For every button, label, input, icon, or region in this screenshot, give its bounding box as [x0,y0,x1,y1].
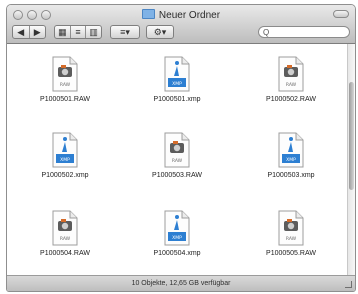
xmp-file-icon: XMP [163,56,191,92]
svg-text:XMP: XMP [60,157,70,163]
icon-view-button[interactable]: ▦ [55,26,71,38]
resize-handle[interactable] [345,281,352,288]
file-name: P1000501.RAW [40,96,90,103]
action-button[interactable]: ⚙▾ [146,25,174,39]
status-bar: 10 Objekte, 12,65 GB verfügbar [7,275,355,291]
file-grid: RAW P1000501.RAW XMP P1000501.xmp RAW P1… [7,44,347,276]
svg-text:RAW: RAW [286,236,297,242]
file-name: P1000505.RAW [266,250,316,257]
raw-file-icon: RAW [163,132,191,168]
file-item[interactable]: RAW P1000502.RAW [243,56,339,112]
svg-text:RAW: RAW [60,82,71,88]
list-view-button[interactable]: ≡ [71,26,87,38]
search-icon: Q [263,27,270,37]
file-name: P1000503.xmp [267,172,315,179]
file-item[interactable]: XMP P1000501.xmp [129,56,225,112]
raw-file-icon: RAW [277,210,305,246]
xmp-file-icon: XMP [163,210,191,246]
back-button[interactable]: ◀ [13,26,30,38]
file-name: P1000504.RAW [40,250,90,257]
xmp-file-icon: XMP [277,132,305,168]
scrollbar-thumb[interactable] [349,82,354,190]
svg-text:XMP: XMP [172,235,182,241]
svg-text:RAW: RAW [60,236,71,242]
file-item[interactable]: XMP P1000504.xmp [129,210,225,266]
arrange-button[interactable]: ≡▾ [110,25,140,39]
file-name: P1000502.xmp [41,172,89,179]
view-mode-control: ▦ ≡ ▥ [54,25,102,39]
file-name: P1000501.xmp [153,96,201,103]
file-item[interactable]: RAW P1000505.RAW [243,210,339,266]
titlebar: Neuer Ordner ◀ ▶ ▦ ≡ ▥ ≡▾ ⚙▾ Q [7,5,355,44]
raw-file-icon: RAW [51,210,79,246]
finder-window: Neuer Ordner ◀ ▶ ▦ ≡ ▥ ≡▾ ⚙▾ Q RAW P1000… [6,4,356,292]
vertical-scrollbar[interactable] [347,44,355,276]
folder-icon [141,9,155,19]
svg-text:XMP: XMP [172,81,182,87]
file-item[interactable]: RAW P1000504.RAW [17,210,113,266]
raw-file-icon: RAW [277,56,305,92]
window-title-text: Neuer Ordner [158,10,221,21]
window-title: Neuer Ordner [7,9,355,21]
file-name: P1000502.RAW [266,96,316,103]
svg-text:XMP: XMP [286,157,296,163]
file-item[interactable]: RAW P1000503.RAW [129,132,225,188]
status-text: 10 Objekte, 12,65 GB verfügbar [131,280,231,287]
file-item[interactable]: XMP P1000502.xmp [17,132,113,188]
raw-file-icon: RAW [51,56,79,92]
toolbar-toggle-button[interactable] [333,10,349,18]
file-name: P1000503.RAW [152,172,202,179]
file-item[interactable]: RAW P1000501.RAW [17,56,113,112]
file-name: P1000504.xmp [153,250,201,257]
back-forward-control: ◀ ▶ [12,25,46,39]
forward-button[interactable]: ▶ [30,26,46,38]
svg-text:RAW: RAW [172,158,183,164]
file-item[interactable]: XMP P1000503.xmp [243,132,339,188]
search-input[interactable]: Q [258,26,350,38]
xmp-file-icon: XMP [51,132,79,168]
column-view-button[interactable]: ▥ [86,26,101,38]
svg-text:RAW: RAW [286,82,297,88]
